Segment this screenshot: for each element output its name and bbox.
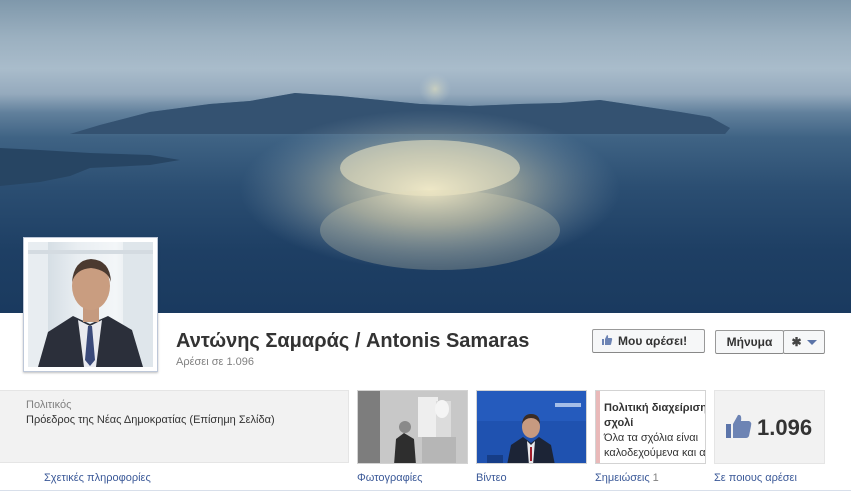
thumbs-up-icon	[725, 413, 753, 442]
note-excerpt: Όλα τα σχόλια είναι καλοδεχούμενα και α	[604, 431, 706, 461]
person-portrait	[28, 242, 153, 367]
notes-stripe	[596, 391, 600, 463]
photos-tile[interactable]	[357, 390, 468, 464]
settings-dropdown-button[interactable]: ✱	[783, 330, 825, 354]
tab-likes[interactable]: Σε ποιους αρέσει	[714, 472, 797, 484]
likes-tile[interactable]: 1.096	[714, 390, 825, 464]
photos-thumbnail	[358, 391, 467, 463]
section-divider	[0, 490, 851, 491]
tab-photos[interactable]: Φωτογραφίες	[357, 472, 422, 484]
thumbs-up-icon	[601, 334, 613, 349]
note-excerpt-line-1: Όλα τα σχόλια είναι	[604, 432, 699, 444]
like-button[interactable]: Μου αρέσει!	[592, 329, 705, 353]
profile-photo	[28, 242, 153, 367]
notes-tile[interactable]: Πολιτική διαχείριση σχολί Όλα τα σχόλια …	[595, 390, 706, 464]
profile-picture[interactable]	[23, 237, 158, 372]
tab-notes-label: Σημειώσεις	[595, 472, 650, 484]
likes-summary: Αρέσει σε 1.096	[176, 356, 254, 368]
gear-icon: ✱	[791, 335, 802, 349]
video-thumbnail	[477, 391, 586, 463]
page-category: Πολιτικός	[26, 399, 72, 411]
tab-notes[interactable]: Σημειώσεις 1	[595, 472, 659, 484]
message-button-label: Μήνυμα	[726, 335, 773, 349]
page-description: Πρόεδρος της Νέας Δημοκρατίας (Επίσημη Σ…	[26, 414, 275, 426]
tab-video[interactable]: Βίντεο	[476, 472, 507, 484]
like-button-label: Μου αρέσει!	[618, 334, 688, 348]
likes-count: 1.096	[757, 415, 813, 440]
note-excerpt-line-2: καλοδεχούμενα και α	[604, 447, 706, 459]
tab-about[interactable]: Σχετικές πληροφορίες	[44, 472, 151, 484]
message-button[interactable]: Μήνυμα	[715, 330, 784, 354]
tab-notes-count: 1	[652, 472, 659, 484]
video-tile[interactable]	[476, 390, 587, 464]
chevron-down-icon	[806, 339, 817, 345]
about-box[interactable]: Πολιτικός Πρόεδρος της Νέας Δημοκρατίας …	[0, 390, 349, 463]
page-title: Αντώνης Σαμαράς / Antonis Samaras	[176, 330, 530, 352]
note-title: Πολιτική διαχείριση σχολί	[604, 402, 706, 429]
